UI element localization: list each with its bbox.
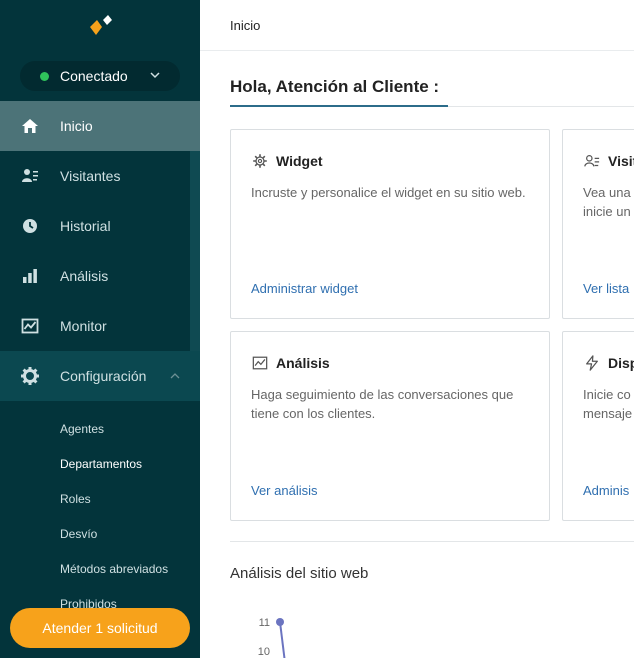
subnav-item-agentes[interactable]: Agentes: [0, 411, 200, 446]
status-label: Conectado: [60, 68, 128, 84]
settings-subnav: Agentes Departamentos Roles Desvío Métod…: [0, 411, 200, 621]
y-tick-label: 10: [258, 646, 270, 658]
subnav-item-desvio[interactable]: Desvío: [0, 516, 200, 551]
card-title: Disp: [583, 354, 634, 372]
sidebar-item-label: Visitantes: [60, 168, 121, 184]
site-analytics-chart: 11 10: [258, 617, 286, 658]
section-divider: [230, 541, 634, 542]
line-chart-icon: [251, 354, 269, 372]
gear-icon: [20, 366, 40, 386]
card-title-text: Visit: [608, 153, 634, 169]
manage-triggers-link[interactable]: Adminis: [583, 483, 629, 498]
y-tick-label: 11: [259, 617, 270, 629]
chevron-down-icon: [150, 72, 160, 79]
series-line: [279, 621, 286, 658]
sidebar-item-inicio[interactable]: Inicio: [0, 101, 200, 151]
sidebar-item-label: Inicio: [60, 118, 93, 134]
main-content: Inicio Hola, Atención al Cliente : Widge…: [200, 0, 634, 658]
card-title: Análisis: [251, 354, 330, 372]
home-icon: [20, 116, 40, 136]
card-visitors: Visit Vea una inicie un Ver lista: [562, 129, 634, 319]
sidebar-item-label: Historial: [60, 218, 111, 234]
attend-request-button[interactable]: Atender 1 solicitud: [10, 608, 190, 648]
sidebar-item-configuracion[interactable]: Configuración: [0, 351, 200, 401]
top-bar: Inicio: [200, 0, 634, 51]
status-selector[interactable]: Conectado: [20, 61, 180, 91]
status-dot: [40, 71, 49, 81]
sidebar: Conectado Inicio Visitantes Historial An…: [0, 0, 200, 658]
card-triggers: Disp Inicie co mensaje Adminis: [562, 331, 634, 521]
subnav-item-departamentos[interactable]: Departamentos: [0, 446, 200, 481]
sidebar-nav: Inicio Visitantes Historial Análisis Mon…: [0, 101, 200, 401]
card-description: Inicie co mensaje: [583, 387, 633, 421]
clock-icon: [20, 216, 40, 236]
card-widget: Widget Incruste y personalice el widget …: [230, 129, 550, 319]
card-title-text: Análisis: [276, 355, 330, 371]
data-point[interactable]: [276, 618, 284, 626]
section-title: Análisis del sitio web: [230, 565, 369, 582]
monitor-icon: [20, 316, 40, 336]
title-underline: [230, 105, 448, 107]
sidebar-item-label: Configuración: [60, 368, 147, 384]
visitors-icon: [20, 166, 40, 186]
sidebar-item-analisis[interactable]: Análisis: [0, 251, 200, 301]
card-title: Widget: [251, 152, 323, 170]
card-analytics: Análisis Haga seguimiento de las convers…: [230, 331, 550, 521]
lightning-icon: [583, 354, 601, 372]
manage-widget-link[interactable]: Administrar widget: [251, 281, 358, 296]
card-title-text: Disp: [608, 355, 634, 371]
gear-icon: [251, 152, 269, 170]
breadcrumb: Inicio: [230, 17, 261, 33]
card-description: Vea una inicie un: [583, 185, 631, 219]
view-list-link[interactable]: Ver lista: [583, 281, 629, 296]
sidebar-item-monitor[interactable]: Monitor: [0, 301, 200, 351]
subnav-item-roles[interactable]: Roles: [0, 481, 200, 516]
page-title: Hola, Atención al Cliente :: [230, 77, 440, 96]
chevron-up-icon: [170, 373, 180, 379]
card-title: Visit: [583, 152, 634, 170]
app-window: Conectado Inicio Visitantes Historial An…: [0, 0, 634, 658]
card-description: Haga seguimiento de las conversaciones q…: [251, 387, 514, 421]
card-title-text: Widget: [276, 153, 323, 169]
visitors-list-icon: [583, 152, 601, 170]
card-description: Incruste y personalice el widget en su s…: [251, 185, 526, 200]
sidebar-item-historial[interactable]: Historial: [0, 201, 200, 251]
bar-chart-icon: [20, 266, 40, 286]
logo-icon[interactable]: [88, 14, 114, 38]
view-analytics-link[interactable]: Ver análisis: [251, 483, 317, 498]
subnav-item-metodos-abreviados[interactable]: Métodos abreviados: [0, 551, 200, 586]
sidebar-item-label: Monitor: [60, 318, 107, 334]
sidebar-item-visitantes[interactable]: Visitantes: [0, 151, 200, 201]
sidebar-item-label: Análisis: [60, 268, 109, 284]
